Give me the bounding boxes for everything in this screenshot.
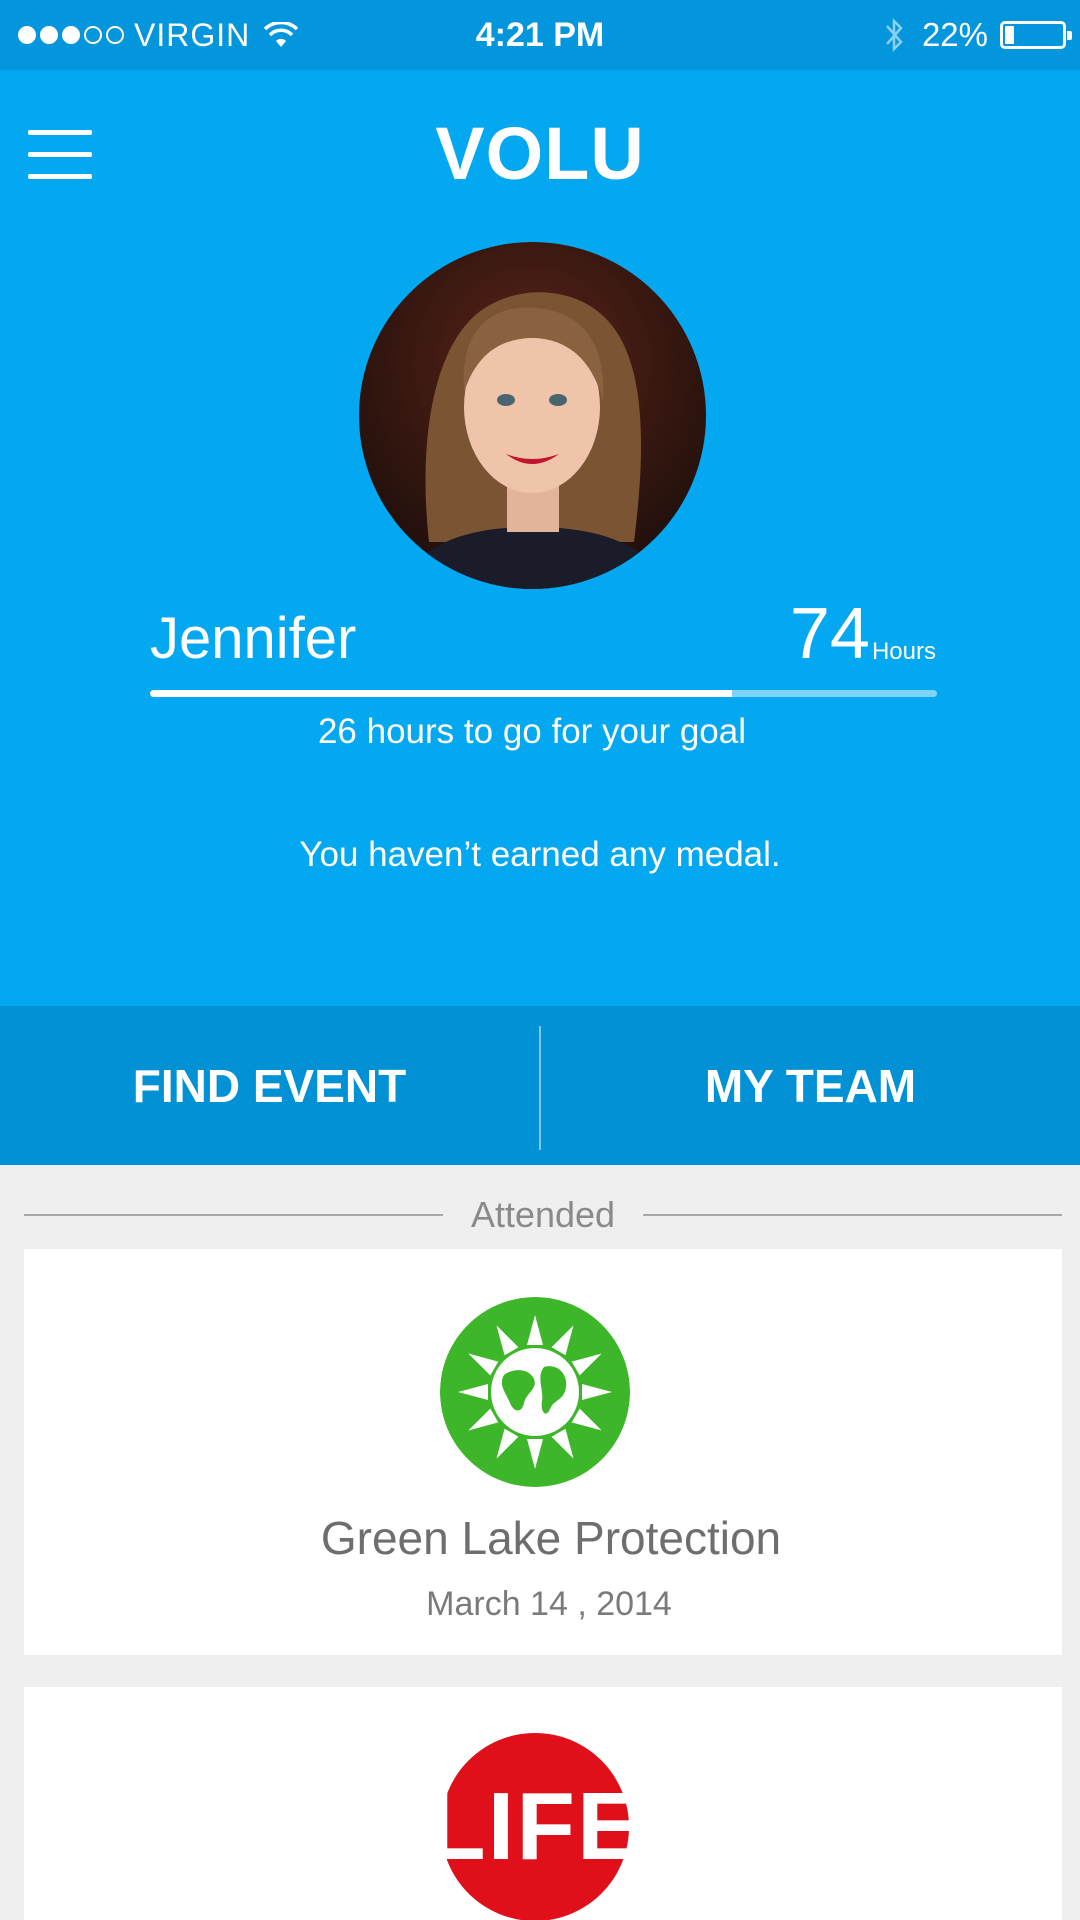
avatar-photo — [359, 242, 706, 589]
status-bar: VIRGIN 4:21 PM 22% — [0, 0, 1080, 70]
logo-text: VOLU — [435, 111, 645, 195]
green-earth-sun-logo — [440, 1297, 630, 1487]
event-card[interactable]: Green Lake Protection March 14 , 2014 — [24, 1249, 1062, 1655]
section-title: Attended — [470, 1194, 616, 1235]
find-event-button[interactable]: FIND EVENT — [0, 1006, 539, 1165]
goal-progress-bar — [150, 690, 937, 697]
life-logo: LIFE — [427, 1733, 641, 1920]
app-logo: VOLU — [0, 108, 1080, 198]
hours-value: 74 — [789, 594, 870, 674]
profile-header: VOLU Jennifer 74 Hours 26 hours to go fo… — [0, 70, 1080, 1006]
event-title: Green Lake Protection — [320, 1512, 782, 1564]
action-bar: FIND EVENT MY TEAM — [0, 1006, 1080, 1165]
hours-unit: Hours — [871, 638, 936, 665]
event-card[interactable]: LIFE — [24, 1687, 1062, 1920]
hours-counter: 74 Hours — [790, 598, 936, 670]
user-name: Jennifer — [150, 606, 357, 671]
avatar[interactable] — [359, 242, 706, 589]
status-right: 22% — [884, 0, 1072, 70]
battery-icon — [1000, 21, 1072, 49]
event-date: March 14 , 2014 — [426, 1585, 672, 1623]
medal-text: You haven’t earned any medal. — [299, 835, 781, 874]
my-team-button[interactable]: MY TEAM — [541, 1006, 1080, 1165]
attended-section-header: Attended — [24, 1190, 1062, 1240]
battery-percent: 22% — [921, 16, 988, 53]
bluetooth-icon — [885, 17, 903, 53]
divider-line — [643, 1214, 1062, 1216]
goal-text: 26 hours to go for your goal — [317, 712, 747, 751]
battery-level — [1005, 26, 1015, 44]
life-logo-text: LIFE — [427, 1773, 643, 1880]
goal-progress-fill — [150, 690, 733, 697]
divider-line — [24, 1214, 443, 1216]
